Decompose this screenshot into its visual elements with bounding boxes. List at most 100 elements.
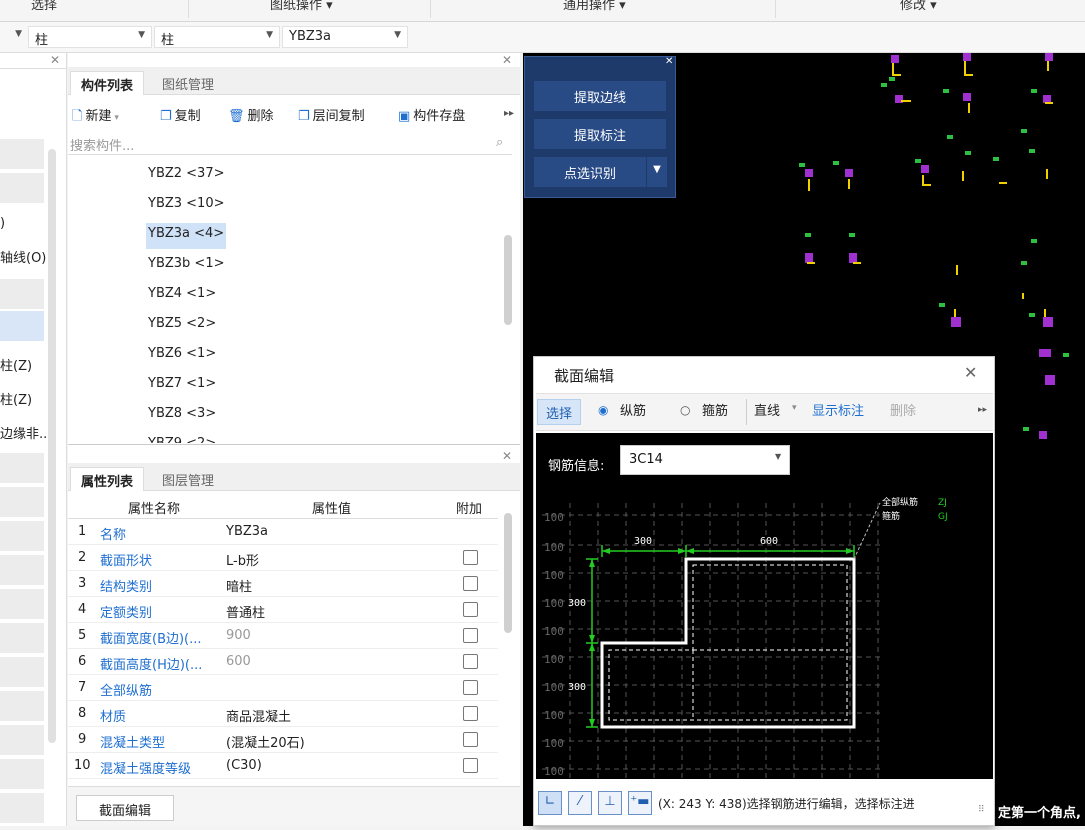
property-scrollbar[interactable] [504, 513, 512, 633]
nav-row[interactable] [0, 759, 44, 789]
property-value[interactable]: (混凝土20石) [226, 732, 305, 751]
extract-label-button[interactable]: 提取标注 [534, 119, 666, 149]
nav-item-column[interactable]: 柱(Z) [0, 355, 32, 374]
extra-checkbox[interactable] [463, 732, 478, 747]
more-icon[interactable]: ▸▸ [504, 108, 514, 119]
table-row[interactable]: 2 截面形状 L-b形 [68, 545, 498, 571]
list-item[interactable]: YBZ6 <1> [146, 343, 218, 369]
list-scrollbar[interactable] [504, 235, 512, 325]
list-item[interactable]: YBZ8 <3> [146, 403, 218, 429]
ribbon-group-modify[interactable]: 修改 ▾ [900, 0, 937, 13]
layer-copy-button[interactable]: ❐ 层间复制 [298, 105, 365, 124]
section-canvas[interactable]: 钢筋信息: 3C14 ▼ 100 100 100 100 100 100 100… [536, 433, 993, 779]
tab-layer-management[interactable]: 图层管理 [152, 467, 224, 491]
search-input[interactable]: 搜索构件... [70, 135, 134, 154]
list-item[interactable]: YBZ5 <2> [146, 313, 218, 339]
chevron-down-icon[interactable]: ▼ [647, 157, 667, 187]
extra-checkbox[interactable] [463, 550, 478, 565]
list-item[interactable]: YBZ3b <1> [146, 253, 226, 279]
floor-select[interactable]: ▼ [0, 26, 28, 48]
point-identify-button[interactable]: 点选识别 [534, 157, 646, 187]
nav-row[interactable] [0, 279, 44, 309]
list-item[interactable]: YBZ3 <10> [146, 193, 227, 219]
table-row[interactable]: 5 截面宽度(B边)(... 900 [68, 623, 498, 649]
radio-longitudinal-icon[interactable]: ◉ [598, 403, 608, 417]
tab-drawing-management[interactable]: 图纸管理 [152, 71, 224, 95]
tab-component-list[interactable]: 构件列表 [70, 71, 145, 95]
nav-row[interactable] [0, 453, 44, 483]
property-value[interactable]: 暗柱 [226, 576, 252, 595]
nav-row[interactable] [0, 793, 44, 823]
nav-row[interactable] [0, 521, 44, 551]
nav-item-axis[interactable]: 轴线(O) [0, 247, 46, 266]
extract-edge-button[interactable]: 提取边线 [534, 81, 666, 111]
radio-stirrup-icon[interactable]: ○ [680, 403, 690, 417]
nav-row[interactable] [0, 487, 44, 517]
copy-button[interactable]: ❐ 复制 [160, 105, 201, 124]
radio-stirrup-label[interactable]: 箍筋 [702, 400, 728, 419]
resize-grip-icon[interactable]: ⠿ [978, 805, 985, 815]
component-select[interactable]: YBZ3a ▼ [282, 26, 408, 48]
extra-checkbox[interactable] [463, 654, 478, 669]
type-select-2[interactable]: 柱 ▼ [154, 26, 280, 48]
property-value[interactable]: L-b形 [226, 550, 259, 569]
list-item[interactable]: YBZ2 <37> [146, 163, 227, 189]
table-row[interactable]: 8 材质 商品混凝土 [68, 701, 498, 727]
table-row[interactable]: 7 全部纵筋 [68, 675, 498, 701]
table-row[interactable]: 6 截面高度(H边)(... 600 [68, 649, 498, 675]
radio-longitudinal-label[interactable]: 纵筋 [620, 400, 646, 419]
perpendicular-tool-icon[interactable]: ⊥ [598, 791, 622, 815]
table-row[interactable]: 3 结构类别 暗柱 [68, 571, 498, 597]
line-mode-dropdown[interactable]: 直线 [754, 400, 780, 419]
table-row[interactable]: 9 混凝土类型 (混凝土20石) [68, 727, 498, 753]
ribbon-group-select[interactable]: 选择 [31, 0, 57, 13]
list-item[interactable]: YBZ9 <2> [146, 433, 218, 443]
delete-button[interactable]: 🗑 删除 [228, 105, 274, 124]
search-icon[interactable]: ⌕ [496, 135, 503, 150]
nav-item-column[interactable]: 柱(Z) [0, 389, 32, 408]
tab-property-list[interactable]: 属性列表 [70, 467, 145, 491]
nav-row[interactable] [0, 725, 44, 755]
more-icon[interactable]: ▸▸ [978, 405, 987, 415]
line-tool-icon[interactable]: ⁄ [568, 791, 592, 815]
list-item[interactable]: YBZ7 <1> [146, 373, 218, 399]
nav-row[interactable] [0, 691, 44, 721]
property-value[interactable]: 普通柱 [226, 602, 265, 621]
corner-tool-icon[interactable]: ∟ [538, 791, 562, 815]
nav-row-selected[interactable] [0, 311, 44, 341]
property-value[interactable]: YBZ3a [226, 524, 268, 539]
nav-item-label[interactable]: ) [0, 216, 5, 231]
close-icon[interactable]: ✕ [502, 53, 512, 67]
search-box[interactable]: 搜索构件... ⌕ [68, 133, 512, 155]
delete-button[interactable]: 删除 [890, 400, 916, 419]
section-outline[interactable] [600, 557, 856, 729]
close-icon[interactable]: ✕ [665, 56, 673, 67]
type-select-1[interactable]: 柱 ▼ [28, 26, 152, 48]
close-icon[interactable]: ✕ [50, 53, 60, 67]
property-value[interactable]: (C30) [226, 758, 262, 773]
nav-item-edge-member[interactable]: 边缘非.. [0, 423, 47, 442]
property-value[interactable]: 900 [226, 628, 251, 643]
save-component-button[interactable]: ▣ 构件存盘 [398, 105, 465, 124]
extra-checkbox[interactable] [463, 706, 478, 721]
property-value[interactable]: 600 [226, 654, 251, 669]
chevron-down-icon[interactable]: ▾ [792, 403, 797, 413]
close-icon[interactable]: ✕ [964, 363, 977, 382]
nav-row[interactable] [0, 657, 44, 687]
nav-row[interactable] [0, 173, 44, 203]
list-item[interactable]: YBZ4 <1> [146, 283, 218, 309]
extra-checkbox[interactable] [463, 576, 478, 591]
table-row[interactable]: 10 混凝土强度等级 (C30) [68, 753, 498, 779]
add-rebar-icon[interactable]: ⁺▬ [628, 791, 652, 815]
section-edit-button[interactable]: 截面编辑 [76, 795, 174, 821]
extra-checkbox[interactable] [463, 758, 478, 773]
extra-checkbox[interactable] [463, 628, 478, 643]
table-row[interactable]: 4 定额类别 普通柱 [68, 597, 498, 623]
extra-checkbox[interactable] [463, 602, 478, 617]
scrollbar[interactable] [48, 149, 56, 743]
select-button[interactable]: 选择 [537, 399, 581, 425]
nav-row[interactable] [0, 623, 44, 653]
nav-row[interactable] [0, 139, 44, 169]
nav-row[interactable] [0, 589, 44, 619]
close-icon[interactable]: ✕ [502, 449, 512, 463]
